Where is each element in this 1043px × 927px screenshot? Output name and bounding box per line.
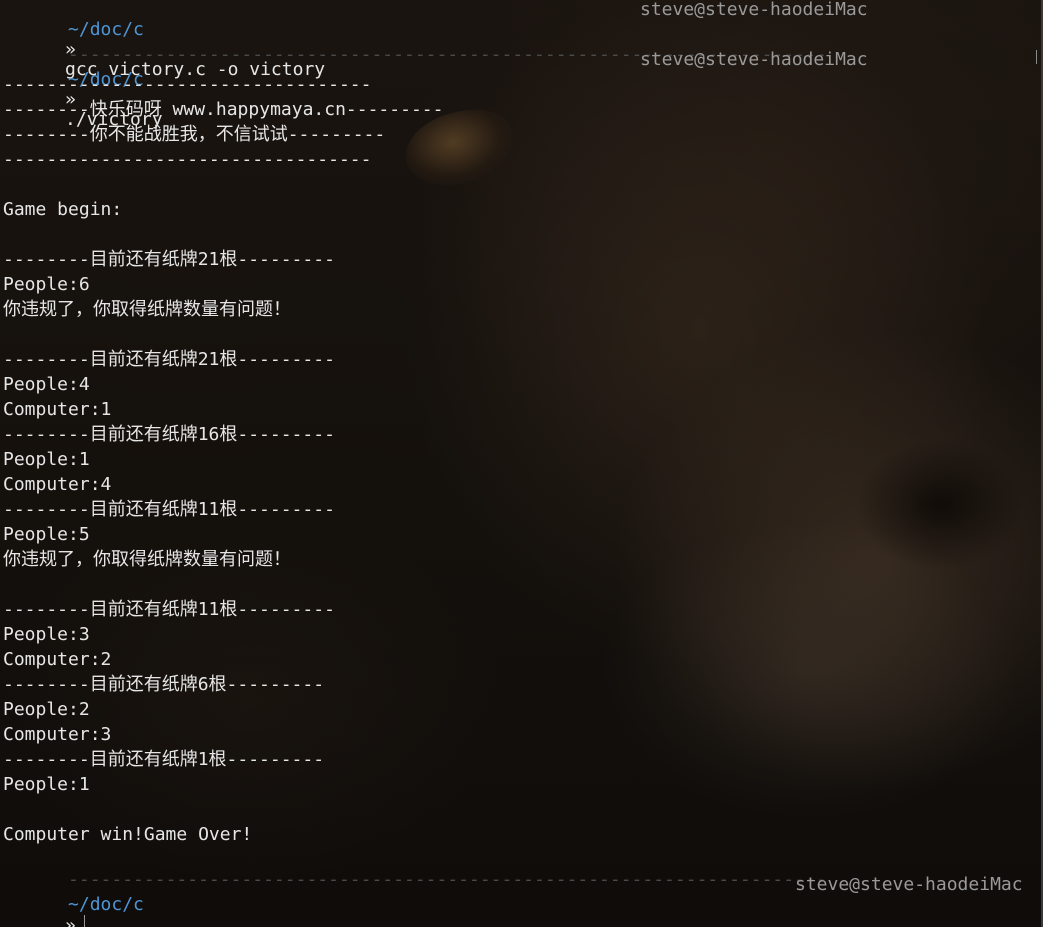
output-line: --------目前还有纸牌11根---------	[3, 599, 335, 620]
text-cursor[interactable]	[83, 915, 85, 927]
right-prompt-host: steve@steve-haodeiMac	[795, 874, 1023, 895]
output-line	[0, 175, 1041, 200]
output-line: People:1	[3, 449, 90, 470]
output-line: 你违规了，你取得纸牌数量有问题！	[3, 549, 291, 570]
prompt-line-current[interactable]: ~/doc/c » steve@steve-haodeiMac	[0, 874, 1041, 927]
output-line	[0, 575, 1041, 600]
terminal-window[interactable]: ~/doc/c » gcc victory.c -o victory steve…	[0, 0, 1043, 927]
output-line: ----------------------------------	[3, 74, 372, 95]
prompt-line-compile: ~/doc/c » gcc victory.c -o victory steve…	[0, 0, 1041, 80]
output-line	[0, 225, 1041, 250]
output-line: Computer:4	[3, 474, 112, 495]
separator-line: ----------------------------------------…	[0, 850, 1041, 890]
output-line: People:3	[3, 624, 90, 645]
output-line: --------你不能战胜我，不信试试---------	[3, 124, 386, 145]
output-line: Computer:2	[3, 649, 112, 670]
output-line: People:5	[3, 524, 90, 545]
output-line: --------目前还有纸牌21根---------	[3, 349, 335, 370]
separator-line: ----------------------------------------…	[0, 25, 1041, 65]
prompt-line-run: ~/doc/c » ./victory steve@steve-haodeiMa…	[0, 49, 1041, 130]
output-line: --------目前还有纸牌11根---------	[3, 499, 335, 520]
output-line: People:2	[3, 699, 90, 720]
prompt-directory: ~/doc/c	[68, 894, 144, 915]
output-line: --------目前还有纸牌16根---------	[3, 424, 335, 445]
output-line: People:6	[3, 274, 90, 295]
prompt-chevron: »	[65, 915, 76, 927]
output-line: --------目前还有纸牌1根---------	[3, 749, 325, 770]
output-line: --------快乐码呀 www.happymaya.cn---------	[3, 99, 444, 120]
output-line: --------目前还有纸牌6根---------	[3, 674, 325, 695]
terminal-output: ~/doc/c » gcc victory.c -o victory steve…	[0, 0, 1041, 927]
output-line: 你违规了，你取得纸牌数量有问题！	[3, 299, 291, 320]
output-line: ----------------------------------	[3, 149, 372, 170]
right-prompt-host: steve@steve-haodeiMac	[640, 49, 868, 70]
output-line: People:1	[3, 774, 90, 795]
output-line	[0, 800, 1041, 825]
output-line: Computer win!Game Over!	[3, 824, 253, 845]
right-prompt-host: steve@steve-haodeiMac	[640, 0, 868, 20]
output-line: Game begin:	[3, 199, 123, 220]
output-line: People:4	[3, 374, 90, 395]
output-line: --------目前还有纸牌21根---------	[3, 249, 335, 270]
output-line: Computer:1	[3, 399, 112, 420]
output-line	[0, 325, 1041, 350]
output-line: Computer:3	[3, 724, 112, 745]
